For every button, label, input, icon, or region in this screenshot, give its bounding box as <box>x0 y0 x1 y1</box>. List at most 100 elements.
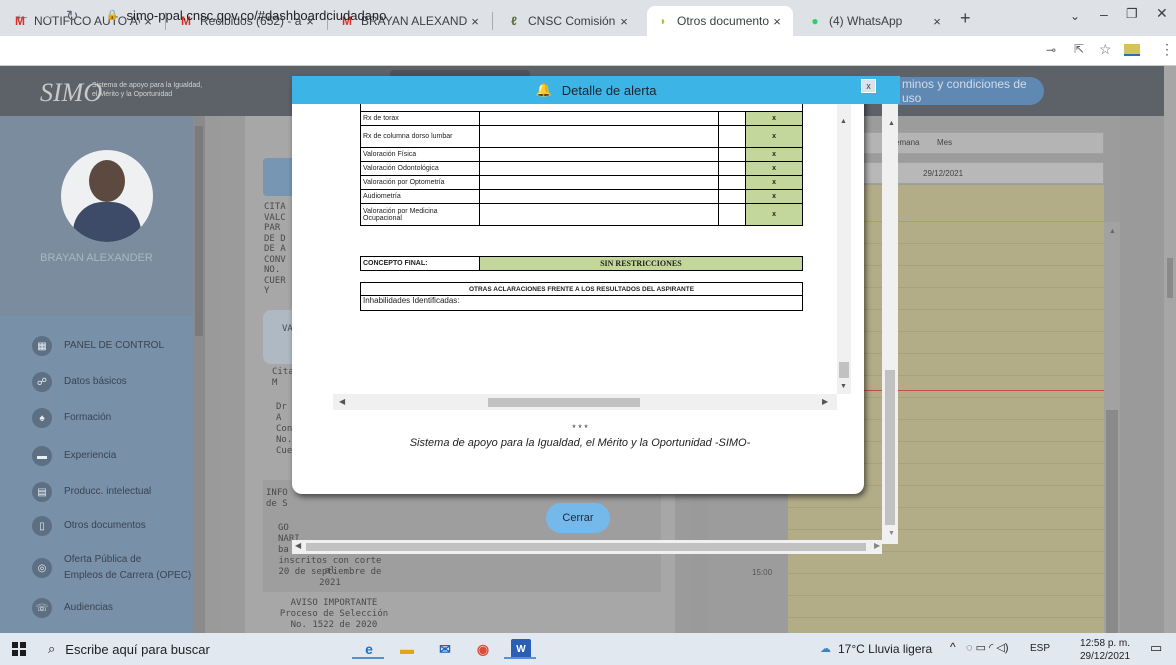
doc-scroll-right-icon[interactable]: ▶ <box>822 397 828 406</box>
menu-dots-icon[interactable]: ⋮ <box>1160 41 1174 58</box>
page-scroll-thumb[interactable] <box>1167 258 1173 298</box>
dialog-vscroll-thumb[interactable] <box>885 370 895 525</box>
sidebar-item-label: Otros documentos <box>64 520 146 531</box>
bookmark-star-icon[interactable]: ☆ <box>1099 41 1112 58</box>
dialog-scroll-up-icon[interactable]: ▲ <box>888 120 895 127</box>
view-month[interactable]: Mes <box>937 138 952 147</box>
key-icon[interactable]: ⊸ <box>1046 43 1056 57</box>
content-text: Y <box>264 286 270 296</box>
doc-scroll-up-icon[interactable]: ▲ <box>840 118 847 125</box>
exam-row: Valoración Odontológica x <box>360 161 803 176</box>
language-indicator[interactable]: ESP <box>1030 643 1050 654</box>
chrome-icon[interactable]: ◉ <box>473 639 493 659</box>
sidebar-item-label2: Empleos de Carrera (OPEC) <box>64 570 192 581</box>
back-icon[interactable]: ← <box>14 7 30 25</box>
sidebar-item-2[interactable]: ♠ Formación <box>32 408 111 428</box>
avatar-face <box>89 160 125 202</box>
modal-close-icon[interactable]: x <box>861 79 876 93</box>
doc-hscroll-thumb[interactable] <box>488 398 640 407</box>
content-text: DE D <box>264 233 286 244</box>
exam-label: Valoración Física <box>360 147 480 162</box>
doc-scroll-left-icon[interactable]: ◀ <box>339 397 345 406</box>
sidebar-item-7[interactable]: ☏ Audiencias <box>32 598 113 618</box>
content-text: Proceso de Selección <box>279 609 389 619</box>
sidebar-item-1[interactable]: ☍ Datos básicos <box>32 372 127 392</box>
restore-icon[interactable]: ❐ <box>1126 6 1138 22</box>
exam-label: Rx de columna dorso lumbar <box>360 125 480 148</box>
weather-icon[interactable]: ☁ <box>820 642 831 655</box>
reload-icon[interactable]: ↻ <box>66 7 79 25</box>
exam-mark: x <box>745 161 803 176</box>
windows-start-icon[interactable] <box>12 642 26 656</box>
calendar-scroll-thumb[interactable] <box>1106 410 1118 633</box>
notifications-icon[interactable]: ▭ <box>1150 640 1162 656</box>
file-explorer-icon[interactable]: ▬ <box>397 639 417 659</box>
sidebar-item-5[interactable]: ▯ Otros documentos <box>32 516 146 536</box>
content-text: Con <box>276 424 293 434</box>
exam-blank <box>478 175 720 190</box>
content-text: A <box>276 413 282 423</box>
exam-blank2 <box>718 111 747 126</box>
sidebar-item-4[interactable]: ▤ Producc. intelectual <box>32 482 151 502</box>
lock-icon: 🔒 <box>106 9 119 21</box>
sidebar-item-0[interactable]: ▦ PANEL DE CONTROL <box>32 336 164 356</box>
sidebar-item-3[interactable]: ▬ Experiencia <box>32 446 116 466</box>
content-text: 2021 <box>319 578 341 588</box>
terms-button[interactable]: minos y condiciones de uso <box>880 77 1044 105</box>
search-placeholder: Escribe aquí para buscar <box>65 641 210 657</box>
forward-icon[interactable]: → <box>40 7 56 25</box>
clock-time: 12:58 p. m. <box>1080 638 1131 649</box>
edge-active-indicator <box>352 657 384 659</box>
avatar <box>61 150 153 242</box>
dialog-hscroll-thumb[interactable] <box>306 543 866 551</box>
minimize-icon[interactable]: – <box>1100 6 1108 22</box>
page-scrollbar[interactable] <box>1164 66 1176 633</box>
exam-blank <box>478 111 720 126</box>
exam-label: Rx de torax <box>360 111 480 126</box>
clock[interactable]: 12:58 p. m. 29/12/2021 <box>1080 637 1130 663</box>
mail-icon[interactable]: ✉ <box>435 639 455 659</box>
word-icon[interactable]: W <box>511 639 531 659</box>
user-name: BRAYAN ALEXANDER <box>40 252 153 264</box>
doc-vscrollbar-track[interactable] <box>837 104 851 394</box>
edge-icon[interactable]: e <box>359 639 379 659</box>
clarifications-table: OTRAS ACLARACIONES FRENTE A LOS RESULTAD… <box>360 282 803 311</box>
weather-text[interactable]: 17°C Lluvia ligera <box>838 642 932 656</box>
sidebar-item-label: Formación <box>64 412 112 423</box>
content-text: VALC <box>264 212 286 223</box>
extension-icon[interactable] <box>1124 44 1140 56</box>
tab-search-icon[interactable]: ⌄ <box>1070 9 1080 23</box>
sidebar-item-6[interactable]: ◎ Oferta Pública de Empleos de Carrera (OP… <box>32 552 191 584</box>
footer-text: Sistema de apoyo para la Igualdad, el Mé… <box>409 437 751 449</box>
dashboard-icon: ▦ <box>32 336 52 356</box>
doc-cut-row <box>360 104 803 111</box>
exam-row: Rx de torax x <box>360 111 803 126</box>
sidebar-scroll-thumb[interactable] <box>195 126 203 336</box>
document-icon: ▯ <box>32 516 52 536</box>
doc-scroll-down-icon[interactable]: ▼ <box>840 383 847 390</box>
bell-icon: 🔔 <box>535 82 552 97</box>
people-icon: ☍ <box>32 372 52 392</box>
tray-chevron-icon[interactable]: ^ <box>950 640 956 654</box>
share-icon[interactable]: ⇱ <box>1074 42 1084 56</box>
url-field[interactable]: 🔒 simo-ppal.cnsc.gov.co/#dashboardciudad… <box>106 3 1006 27</box>
content-text: de S <box>266 499 288 509</box>
view-week[interactable]: emana <box>895 138 919 147</box>
exam-label: Valoración por Optometría <box>360 175 480 190</box>
exam-blank2 <box>718 189 747 204</box>
exam-blank <box>478 125 720 148</box>
dialog-scroll-left-icon[interactable]: ◀ <box>295 541 301 550</box>
avatar-suit <box>73 202 141 242</box>
doc-vscroll-thumb[interactable] <box>839 362 849 378</box>
dialog-scroll-right-icon[interactable]: ▶ <box>874 541 880 550</box>
window-close-icon[interactable]: ✕ <box>1156 5 1168 22</box>
tray-status-icons[interactable]: ◌ ▭ ◜ ◁) <box>966 641 1008 654</box>
sidebar-item-label: Audiencias <box>64 602 113 613</box>
search-icon: ⌕ <box>48 641 56 656</box>
cal-scroll-up-icon[interactable]: ▲ <box>1109 228 1116 235</box>
close-button[interactable]: Cerrar <box>546 503 610 533</box>
calendar-date: 29/12/2021 <box>923 169 964 178</box>
dialog-scroll-down-icon[interactable]: ▼ <box>888 530 895 537</box>
clarifications-text: Inhabilidades Identificadas: <box>360 295 803 311</box>
taskbar-search[interactable]: ⌕ Escribe aquí para buscar <box>48 638 308 660</box>
